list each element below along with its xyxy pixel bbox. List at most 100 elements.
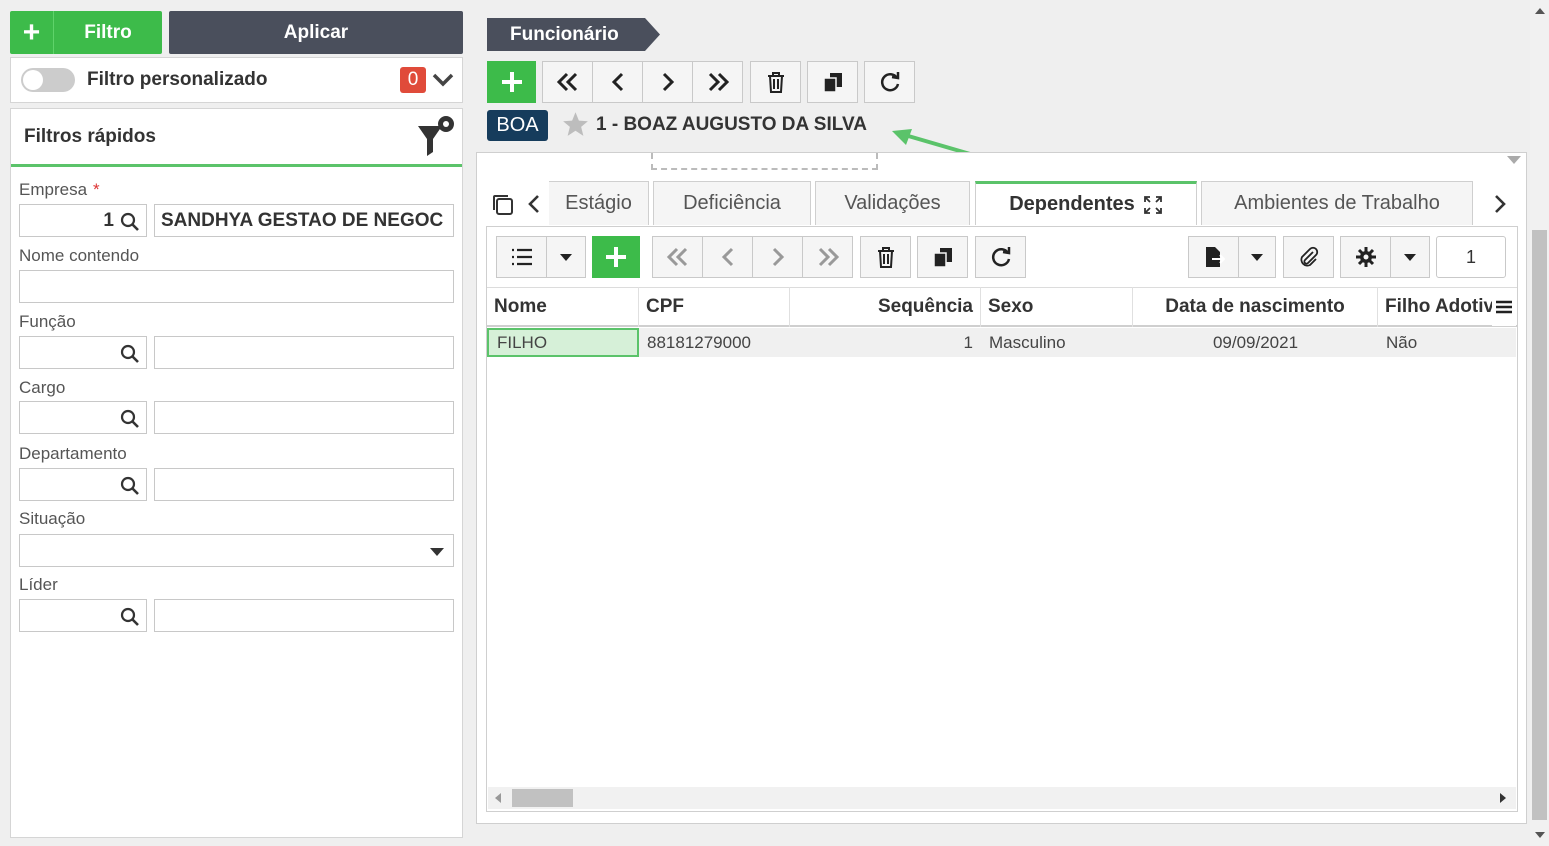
- previous-record-button[interactable]: [592, 61, 643, 103]
- last-record-button[interactable]: [692, 61, 743, 103]
- custom-filter-label: Filtro personalizado: [87, 69, 268, 90]
- custom-filter-toggle[interactable]: [21, 68, 75, 92]
- scroll-right-arrow-icon[interactable]: [1500, 793, 1506, 803]
- lider-name-field[interactable]: [154, 599, 454, 632]
- search-icon[interactable]: [120, 607, 140, 627]
- page-scroll-thumb[interactable]: [1532, 230, 1547, 820]
- refresh-icon: [880, 72, 899, 92]
- grid-copy-button[interactable]: [917, 236, 968, 278]
- delete-button[interactable]: [750, 61, 801, 103]
- tabs-scroll-right-icon[interactable]: [1493, 194, 1507, 214]
- attachment-button[interactable]: [1283, 236, 1334, 278]
- horizontal-scrollbar[interactable]: [488, 787, 1516, 809]
- expand-icon[interactable]: [1143, 195, 1163, 215]
- cell-sexo[interactable]: Masculino: [981, 328, 1133, 357]
- empresa-code-input[interactable]: 1: [19, 204, 147, 237]
- tab-validacoes[interactable]: Validações: [815, 181, 970, 225]
- settings-button[interactable]: [1340, 236, 1391, 278]
- custom-filter-bar: Filtro personalizado 0: [10, 57, 463, 103]
- cell-nome[interactable]: FILHO: [487, 328, 639, 357]
- list-view-dropdown[interactable]: [546, 236, 586, 278]
- add-filter-button[interactable]: + Filtro: [10, 11, 162, 54]
- tab-deficiencia[interactable]: Deficiência: [653, 181, 811, 225]
- cargo-label: Cargo: [19, 378, 66, 397]
- cell-sequencia[interactable]: 1: [790, 328, 981, 357]
- tabs-scroll-left-icon[interactable]: [527, 194, 541, 214]
- drop-zone: [651, 153, 878, 170]
- filter-settings-icon[interactable]: [416, 114, 456, 158]
- grid-refresh-button[interactable]: [975, 236, 1026, 278]
- funcao-label: Função: [19, 312, 76, 331]
- grid-delete-button[interactable]: [860, 236, 911, 278]
- col-header-data-nascimento[interactable]: Data de nascimento: [1133, 287, 1378, 327]
- grid-previous-button[interactable]: [702, 236, 753, 278]
- col-header-sexo[interactable]: Sexo: [981, 287, 1133, 327]
- export-icon: [1205, 247, 1225, 267]
- page-number-field[interactable]: 1: [1436, 236, 1506, 278]
- cargo-name-field[interactable]: [154, 401, 454, 434]
- list-icon: [511, 248, 532, 266]
- filter-count-badge: 0: [400, 67, 426, 93]
- tab-estagio[interactable]: Estágio: [549, 181, 649, 225]
- cell-cpf[interactable]: 88181279000: [639, 328, 790, 357]
- trash-icon: [767, 72, 784, 93]
- empresa-name-field[interactable]: SANDHYA GESTAO DE NEGOC: [154, 204, 454, 237]
- nome-contendo-input[interactable]: [19, 270, 454, 303]
- scroll-left-arrow-icon[interactable]: [495, 793, 501, 803]
- search-icon[interactable]: [120, 212, 140, 232]
- col-header-cpf[interactable]: CPF: [639, 287, 790, 327]
- copy-icon: [932, 248, 952, 268]
- tab-ambientes-de-trabalho[interactable]: Ambientes de Trabalho: [1201, 181, 1473, 225]
- list-view-button[interactable]: [496, 236, 547, 278]
- first-record-button[interactable]: [542, 61, 593, 103]
- grid-last-button[interactable]: [802, 236, 853, 278]
- cargo-code-input[interactable]: [19, 401, 147, 434]
- double-chevron-left-icon: [556, 72, 577, 92]
- breadcrumb[interactable]: Funcionário: [487, 18, 660, 51]
- grid-next-button[interactable]: [752, 236, 803, 278]
- export-dropdown[interactable]: [1238, 236, 1276, 278]
- chevron-left-icon: [721, 247, 733, 267]
- situacao-label: Situação: [19, 509, 86, 528]
- add-record-button[interactable]: [487, 61, 536, 103]
- tab-dependentes[interactable]: Dependentes: [975, 181, 1197, 225]
- departamento-label: Departamento: [19, 444, 127, 463]
- search-icon[interactable]: [120, 344, 140, 364]
- column-menu-button[interactable]: [1492, 288, 1516, 326]
- cell-filho-adotivo[interactable]: Não: [1378, 328, 1492, 357]
- export-button[interactable]: [1188, 236, 1239, 278]
- departamento-name-field[interactable]: [154, 468, 454, 501]
- funcao-code-input[interactable]: [19, 336, 147, 369]
- nome-contendo-label: Nome contendo: [19, 246, 140, 265]
- cell-data-nascimento[interactable]: 09/09/2021: [1133, 328, 1378, 357]
- col-header-filho-adotivo[interactable]: Filho Adotiv: [1378, 287, 1492, 327]
- lider-code-input[interactable]: [19, 599, 147, 632]
- empresa-code-value: 1: [103, 210, 114, 231]
- paperclip-icon: [1300, 246, 1318, 267]
- star-icon[interactable]: [562, 111, 589, 137]
- search-icon[interactable]: [120, 409, 140, 429]
- empresa-label: Empresa: [19, 180, 88, 199]
- plus-icon: [606, 247, 626, 267]
- quick-filters-title: Filtros rápidos: [24, 125, 156, 147]
- situacao-select[interactable]: [19, 534, 454, 567]
- chevron-down-icon[interactable]: [432, 73, 454, 87]
- add-dependent-button[interactable]: [592, 236, 640, 278]
- col-header-sequencia[interactable]: Sequência: [790, 287, 981, 327]
- scroll-down-arrow-icon[interactable]: [1535, 832, 1545, 838]
- grid-first-button[interactable]: [652, 236, 703, 278]
- funcao-name-field[interactable]: [154, 336, 454, 369]
- col-header-nome[interactable]: Nome: [487, 287, 639, 327]
- copy-button[interactable]: [807, 61, 858, 103]
- horizontal-scroll-thumb[interactable]: [512, 789, 573, 807]
- departamento-code-input[interactable]: [19, 468, 147, 501]
- windows-icon[interactable]: [491, 193, 515, 217]
- refresh-button[interactable]: [864, 61, 915, 103]
- scroll-up-arrow-icon[interactable]: [1535, 8, 1545, 14]
- search-icon[interactable]: [120, 476, 140, 496]
- caret-down-icon: [1404, 253, 1416, 261]
- apply-button[interactable]: Aplicar: [169, 11, 463, 54]
- next-record-button[interactable]: [642, 61, 693, 103]
- settings-dropdown[interactable]: [1390, 236, 1430, 278]
- caret-down-icon[interactable]: [1507, 156, 1521, 164]
